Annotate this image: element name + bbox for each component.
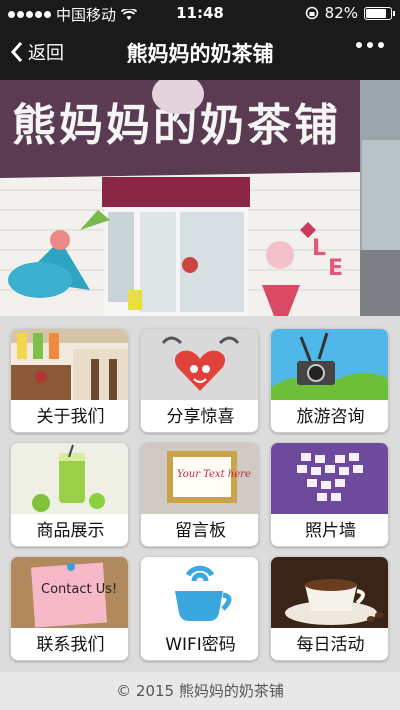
coffee-cup-photo <box>271 557 388 628</box>
svg-text:L: L <box>312 236 326 261</box>
tile-daily-events[interactable]: 每日活动 <box>270 556 389 661</box>
shop-front-illustration: 熊妈妈的奶茶铺 L E <box>0 80 400 316</box>
tile-label: WIFI密码 <box>141 628 258 660</box>
tile-label: 旅游咨询 <box>271 400 388 432</box>
footer-copyright: © 2015 熊妈妈的奶茶铺 <box>0 672 400 710</box>
tile-share-surprise[interactable]: 分享惊喜 <box>140 328 259 433</box>
tile-products[interactable]: 商品展示 <box>10 442 129 547</box>
message-board-photo: Your Text here <box>141 443 258 514</box>
tile-label: 关于我们 <box>11 400 128 432</box>
tile-about-us[interactable]: 关于我们 <box>10 328 129 433</box>
menu-grid: 关于我们 分享惊喜 旅游咨询 商品展示 Your Text here 留言板 照… <box>0 316 400 672</box>
board-text: Your Text here <box>177 469 251 480</box>
battery-fill <box>366 8 386 18</box>
tile-travel-info[interactable]: 旅游咨询 <box>270 328 389 433</box>
tile-label: 商品展示 <box>11 514 128 546</box>
cafe-interior-photo <box>11 329 128 400</box>
shop-banner-image: 熊妈妈的奶茶铺 L E <box>0 80 400 316</box>
contact-note-text: Contact Us! <box>41 582 117 597</box>
wifi-cup-icon <box>141 557 258 628</box>
tile-wifi-password[interactable]: WIFI密码 <box>140 556 259 661</box>
tile-contact-us[interactable]: Contact Us! 联系我们 <box>10 556 129 661</box>
nav-bar: 返回 熊妈妈的奶茶铺 <box>0 26 400 80</box>
tile-message-board[interactable]: Your Text here 留言板 <box>140 442 259 547</box>
more-menu-button[interactable] <box>356 42 384 48</box>
rotation-lock-icon <box>305 6 318 20</box>
camera-landscape-icon <box>271 329 388 400</box>
status-bar: 中国移动 11:48 82% <box>0 0 400 26</box>
contact-note-photo: Contact Us! <box>11 557 128 628</box>
heart-gift-icon <box>141 329 258 400</box>
battery-icon <box>364 6 395 20</box>
tile-label: 分享惊喜 <box>141 400 258 432</box>
svg-text:E: E <box>328 256 343 281</box>
page-title: 熊妈妈的奶茶铺 <box>126 42 274 66</box>
battery-percent: 82% <box>324 4 358 22</box>
battery-area: 82% <box>305 4 395 22</box>
tile-label: 照片墙 <box>271 514 388 546</box>
photo-heart-wall <box>271 443 388 514</box>
tile-photo-wall[interactable]: 照片墙 <box>270 442 389 547</box>
tile-label: 留言板 <box>141 514 258 546</box>
tile-label: 联系我们 <box>11 628 128 660</box>
green-drink-photo <box>11 443 128 514</box>
tile-label: 每日活动 <box>271 628 388 660</box>
